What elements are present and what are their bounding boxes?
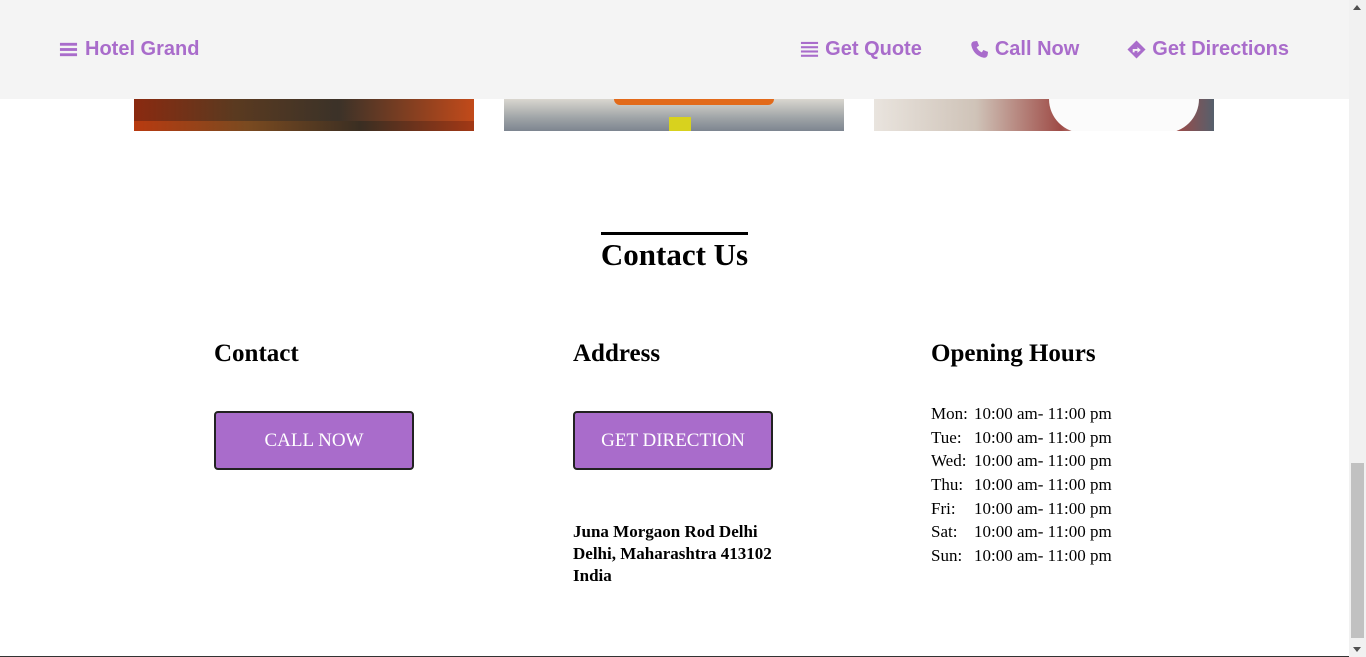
hours-column: Opening Hours Mon: 10:00 am- 11:00 pm Tue…	[931, 340, 1231, 565]
top-navbar: Hotel Grand Get Quote Call Now Get Direc…	[0, 0, 1349, 99]
hours-heading: Opening Hours	[931, 340, 1096, 367]
hours-row: Tue: 10:00 am- 11:00 pm	[931, 426, 1114, 450]
address-line: Juna Morgaon Rod Delhi	[573, 522, 758, 541]
day-label: Mon:	[931, 404, 968, 424]
section-title-wrap: Contact Us	[0, 232, 1349, 273]
address-line: Delhi, Maharashtra 413102	[573, 544, 772, 563]
day-label: Thu:	[931, 475, 964, 495]
time-range: 10:00 am- 11:00 pm	[974, 404, 1112, 424]
time-range: 10:00 am- 11:00 pm	[974, 451, 1112, 471]
address-text: Juna Morgaon Rod Delhi Delhi, Maharashtr…	[573, 521, 772, 587]
call-now-label: Call Now	[994, 38, 1080, 60]
call-now-link[interactable]: Call Now	[970, 38, 1079, 61]
gallery-image-3[interactable]	[874, 99, 1214, 131]
hours-row: Sun: 10:00 am- 11:00 pm	[931, 544, 1114, 568]
day-label: Tue:	[931, 427, 962, 447]
gallery-image-2[interactable]	[504, 99, 844, 131]
hours-row: Thu: 10:00 am- 11:00 pm	[931, 473, 1114, 497]
day-label: Sat:	[931, 522, 958, 542]
scrollbar-thumb[interactable]	[1351, 463, 1364, 638]
call-now-button[interactable]: CALL NOW	[214, 411, 414, 470]
get-directions-link[interactable]: Get Directions	[1127, 38, 1289, 61]
get-quote-link[interactable]: Get Quote	[800, 38, 922, 61]
section-title: Contact Us	[600, 232, 749, 273]
hours-row: Mon: 10:00 am- 11:00 pm	[931, 402, 1114, 426]
address-column: Address GET DIRECTION Juna Morgaon Rod D…	[573, 340, 873, 585]
directions-icon	[1127, 40, 1146, 59]
scroll-up-arrow-icon[interactable]	[1353, 5, 1361, 10]
hours-row: Sat: 10:00 am- 11:00 pm	[931, 520, 1114, 544]
time-range: 10:00 am- 11:00 pm	[974, 522, 1112, 542]
brand-name: Hotel Grand	[85, 38, 200, 60]
vertical-scrollbar[interactable]	[1349, 0, 1366, 657]
hours-row: Wed: 10:00 am- 11:00 pm	[931, 449, 1114, 473]
gallery-image-1[interactable]	[134, 99, 474, 131]
day-label: Wed:	[931, 451, 967, 471]
contact-heading: Contact	[214, 340, 299, 367]
hours-row: Fri: 10:00 am- 11:00 pm	[931, 496, 1114, 520]
phone-icon	[970, 40, 989, 59]
time-range: 10:00 am- 11:00 pm	[974, 427, 1112, 447]
day-label: Sun:	[931, 545, 963, 565]
get-direction-button[interactable]: GET DIRECTION	[573, 411, 773, 470]
menu-icon[interactable]	[59, 40, 78, 59]
time-range: 10:00 am- 11:00 pm	[974, 545, 1112, 565]
page: Hotel Grand Get Quote Call Now Get Direc…	[0, 0, 1349, 657]
time-range: 10:00 am- 11:00 pm	[974, 498, 1112, 518]
hours-table: Mon: 10:00 am- 11:00 pm Tue: 10:00 am- 11:…	[931, 402, 1114, 567]
address-line: India	[573, 566, 612, 585]
brand-link[interactable]: Hotel Grand	[59, 38, 199, 61]
nav-actions: Get Quote Call Now Get Directions	[800, 38, 1289, 61]
time-range: 10:00 am- 11:00 pm	[974, 475, 1112, 495]
get-directions-label: Get Directions	[1152, 38, 1289, 60]
contact-column: Contact CALL NOW	[214, 340, 514, 470]
address-heading: Address	[573, 340, 661, 367]
list-icon	[800, 40, 819, 59]
scroll-down-arrow-icon[interactable]	[1353, 647, 1361, 652]
day-label: Fri:	[931, 498, 956, 518]
get-quote-label: Get Quote	[825, 38, 922, 60]
